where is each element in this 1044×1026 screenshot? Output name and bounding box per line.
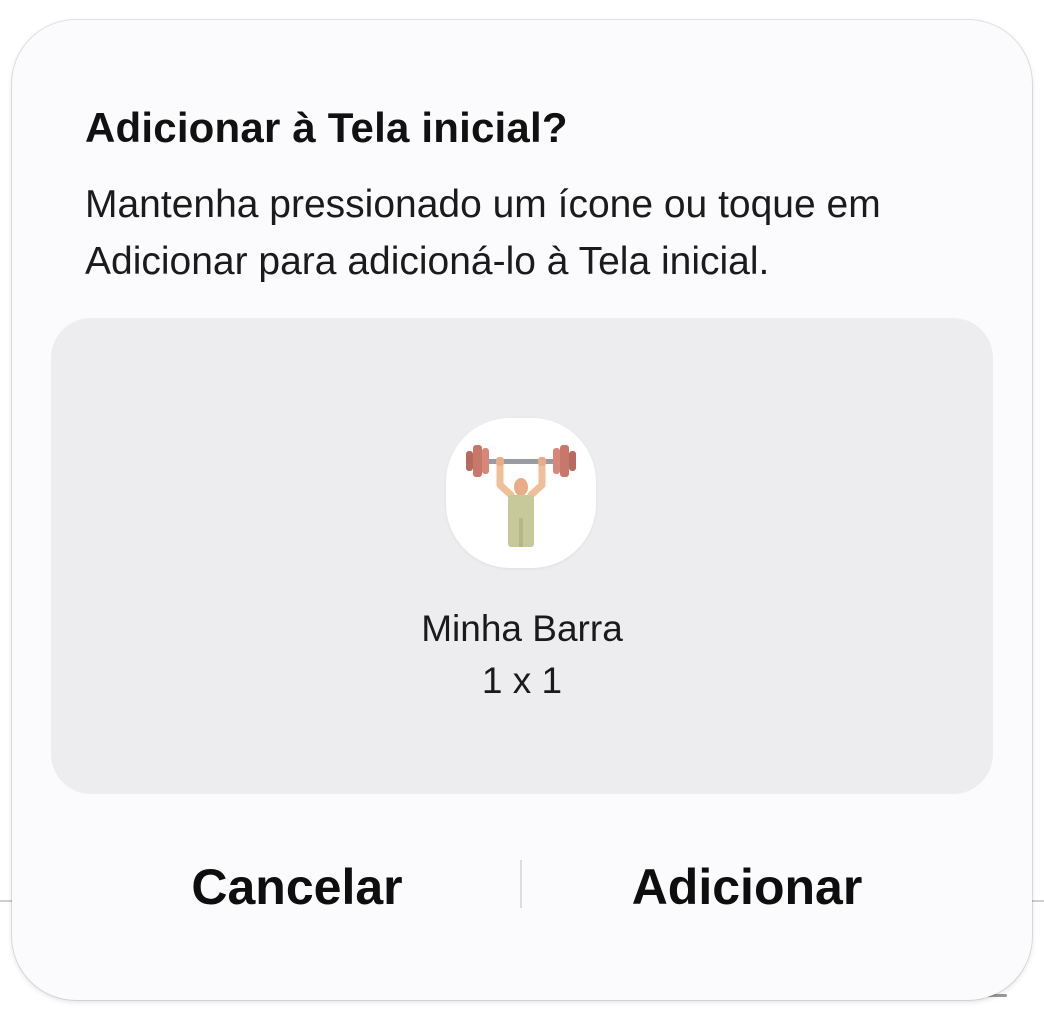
dialog-description: Mantenha pressionado um ícone ou toque e… [85, 183, 881, 283]
widget-preview[interactable]: Minha Barra 1 x 1 [51, 318, 993, 794]
dialog-title: Adicionar à Tela inicial? [85, 104, 568, 151]
add-to-home-dialog: Adicionar à Tela inicial? Mantenha press… [12, 20, 1032, 1000]
widget-name: Minha Barra [421, 608, 623, 649]
weightlifter-icon[interactable] [446, 418, 596, 568]
add-button[interactable]: Adicionar [522, 852, 972, 922]
weightlifter-icon-graphic [466, 445, 576, 547]
screen: Adicionar à Tela inicial? Mantenha press… [0, 0, 1044, 1026]
cancel-button[interactable]: Cancelar [72, 852, 522, 922]
widget-size: 1 x 1 [481, 660, 563, 701]
